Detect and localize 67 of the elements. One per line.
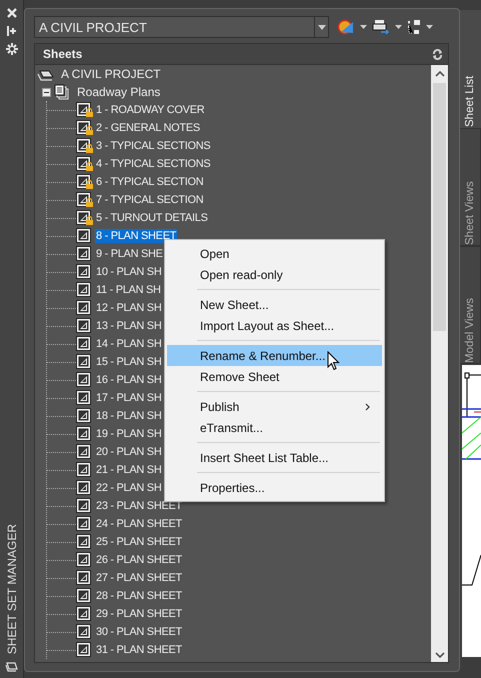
menu-item[interactable]: Open read-only (167, 264, 382, 285)
sheet-set-dropdown[interactable]: A CIVIL PROJECT (34, 16, 329, 38)
sheet-item[interactable]: 1 - ROADWAY COVER (95, 103, 206, 117)
caret-icon[interactable] (395, 25, 402, 29)
pin-icon[interactable] (6, 25, 16, 37)
subset-icon (54, 84, 70, 100)
sheet-set-icon (4, 660, 18, 672)
sheet-item[interactable]: 3 - TYPICAL SECTIONS (95, 139, 212, 153)
sheet-item[interactable]: 8 - PLAN SHEET (95, 229, 178, 243)
sheet-item[interactable]: 27 - PLAN SHEET (95, 571, 183, 585)
side-tab[interactable]: Sheet Views (460, 128, 481, 246)
settings-icon[interactable] (6, 43, 18, 55)
scrollbar[interactable] (431, 65, 448, 662)
side-tab[interactable]: Model Views (460, 246, 481, 364)
menu-item[interactable]: Insert Sheet List Table... (167, 447, 382, 468)
scroll-up-icon[interactable] (434, 71, 444, 77)
sheet-item[interactable]: 4 - TYPICAL SECTIONS (95, 157, 212, 171)
tree-item[interactable]: A CIVIL PROJECT (35, 65, 431, 83)
refresh-icon[interactable] (432, 48, 443, 60)
palette-title: SHEET SET MANAGER (4, 524, 18, 654)
menu-item[interactable]: eTransmit... (167, 417, 382, 438)
scroll-down-icon[interactable] (434, 652, 444, 658)
sheet-item[interactable]: 13 - PLAN SH (95, 319, 162, 333)
menu-item[interactable]: Publish (167, 396, 382, 417)
mouse-cursor-icon (327, 351, 340, 371)
side-tab[interactable]: Sheet List (460, 10, 481, 128)
sheet-item[interactable]: 16 - PLAN SH (95, 373, 162, 387)
sheet-item[interactable]: 6 - TYPICAL SECTION (95, 175, 204, 189)
sheet-item[interactable]: 14 - PLAN SH (95, 337, 162, 351)
sheet-item[interactable]: 19 - PLAN SH (95, 427, 162, 441)
sheet-item[interactable]: 31 - PLAN SHEET (95, 643, 183, 657)
collapse-icon[interactable] (42, 88, 51, 96)
sheet-item[interactable]: 24 - PLAN SHEET (95, 517, 183, 531)
hierarchy-icon[interactable] (407, 19, 421, 35)
globe-icon[interactable] (337, 19, 355, 35)
menu-item[interactable]: Import Layout as Sheet... (167, 315, 382, 336)
sheet-item[interactable]: 5 - TURNOUT DETAILS (95, 211, 209, 225)
caret-icon[interactable] (360, 25, 367, 29)
menu-item[interactable]: Open (167, 243, 382, 264)
sheet-item[interactable]: 29 - PLAN SHEET (95, 607, 183, 621)
panel-title: Sheets (43, 47, 82, 61)
sheet-item[interactable]: 7 - TYPICAL SECTION (95, 193, 204, 207)
sheet-item[interactable]: 10 - PLAN SH (95, 265, 162, 279)
menu-item[interactable]: Remove Sheet (167, 366, 382, 387)
sheet-item[interactable]: 2 - GENERAL NOTES (95, 121, 201, 135)
sheet-item[interactable]: 18 - PLAN SH (95, 409, 162, 423)
sheet-item[interactable]: 12 - PLAN SH (95, 301, 162, 315)
tree-item[interactable]: Roadway Plans (35, 83, 431, 101)
dropdown-arrow-icon[interactable] (318, 24, 326, 30)
menu-item[interactable]: Properties... (167, 477, 382, 498)
sheet-item[interactable]: 11 - PLAN SH (95, 283, 162, 297)
sheet-item[interactable]: 9 - PLAN SHE (95, 247, 164, 261)
sheet-item[interactable]: 28 - PLAN SHEET (95, 589, 183, 603)
sheet-item[interactable]: 20 - PLAN SH (95, 445, 162, 459)
sheet-item[interactable]: 21 - PLAN SH (95, 463, 162, 477)
scrollbar-thumb[interactable] (433, 83, 446, 331)
close-icon[interactable] (6, 7, 18, 19)
sheet-item[interactable]: 15 - PLAN SH (95, 355, 162, 369)
sheet-item[interactable]: 22 - PLAN SH (95, 481, 162, 495)
menu-item[interactable]: Rename & Renumber... (167, 345, 382, 366)
printer-icon[interactable] (372, 19, 390, 35)
menu-item[interactable]: New Sheet... (167, 294, 382, 315)
sheet-item[interactable]: 30 - PLAN SHEET (95, 625, 183, 639)
sheet-item[interactable]: 17 - PLAN SH (95, 391, 162, 405)
sheet-item[interactable]: 25 - PLAN SHEET (95, 535, 183, 549)
sheet-item[interactable]: 26 - PLAN SHEET (95, 553, 183, 567)
caret-icon[interactable] (426, 25, 433, 29)
